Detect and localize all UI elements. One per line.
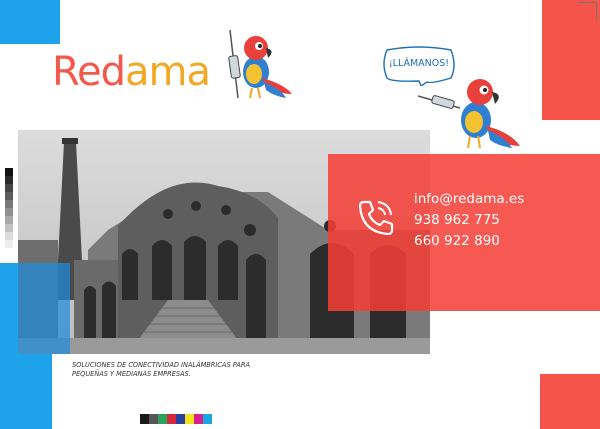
parrot-mascot-icon xyxy=(228,29,292,99)
print-gray-strip xyxy=(5,168,13,248)
brand-logo: Redama xyxy=(52,49,211,95)
print-color-bar xyxy=(140,414,212,424)
contact-info: info@redama.es 938 962 775 660 922 890 xyxy=(414,189,524,252)
flyer-page: Redama ¡LLÁMANOS! info@redama.es 938 962… xyxy=(0,0,600,429)
logo-text-yellow: ama xyxy=(125,49,211,95)
logo-text-red: Red xyxy=(52,49,126,95)
blue-photo-overlay xyxy=(18,263,70,354)
tagline-line-1: SOLUCIONES DE CONECTIVIDAD INALÁMBRICAS … xyxy=(72,361,250,369)
trim-mark xyxy=(578,2,597,21)
email-link[interactable]: info@redama.es xyxy=(414,189,524,210)
parrot-with-syringe-icon xyxy=(417,79,520,149)
phone-icon xyxy=(358,200,394,236)
blue-corner-block xyxy=(0,0,60,44)
red-bottom-block xyxy=(540,374,600,429)
phone-number-2[interactable]: 660 922 890 xyxy=(414,231,524,252)
tagline-line-2: PEQUEÑAS Y MEDIANAS EMPRESAS. xyxy=(72,370,191,378)
speech-bubble-text: ¡LLÁMANOS! xyxy=(388,58,450,69)
phone-number-1[interactable]: 938 962 775 xyxy=(414,210,524,231)
tagline: SOLUCIONES DE CONECTIVIDAD INALÁMBRICAS … xyxy=(72,361,302,379)
